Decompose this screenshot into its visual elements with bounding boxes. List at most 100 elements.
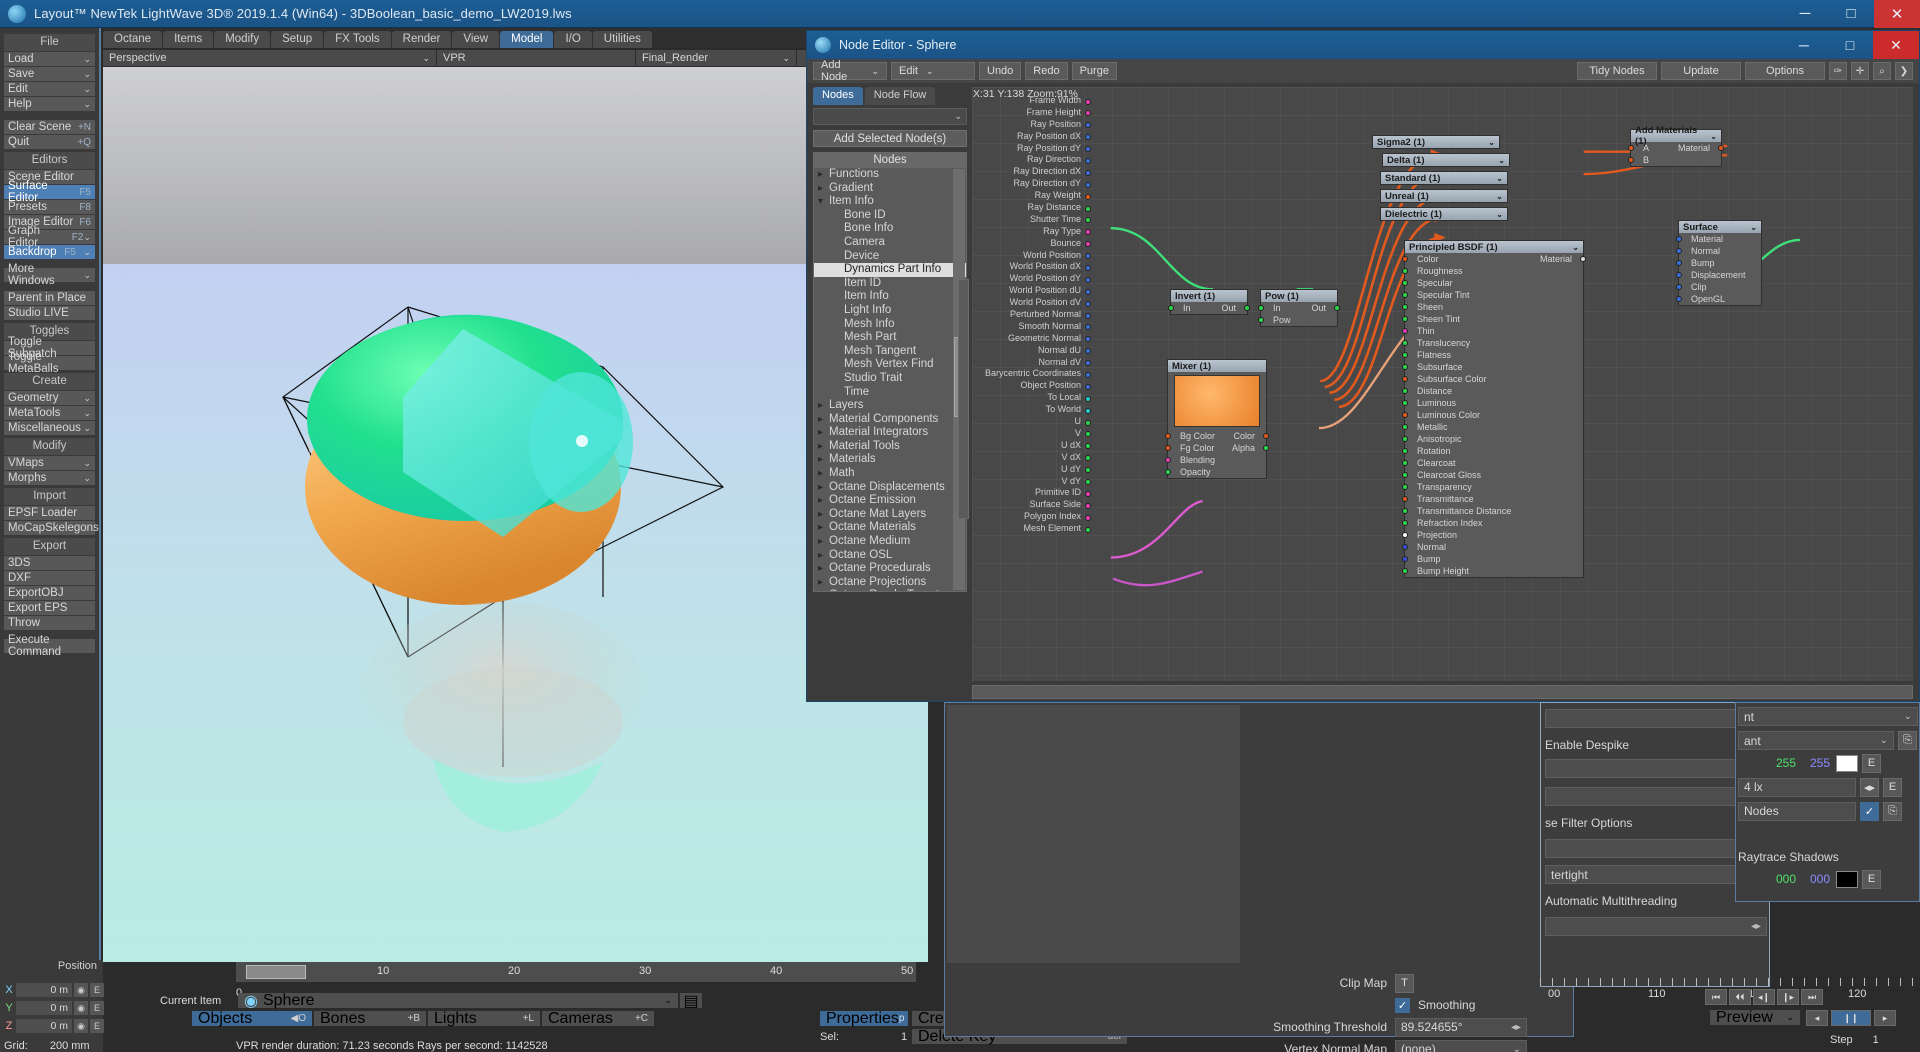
update-button[interactable]: Update (1661, 62, 1741, 80)
input-dot-icon[interactable] (1402, 568, 1408, 574)
input-output-row[interactable]: Frame Height (980, 107, 1092, 119)
output-dot-icon[interactable] (1334, 305, 1340, 311)
connector-dot-icon[interactable] (1085, 526, 1091, 533)
node-list-item-studio-trait[interactable]: Studio Trait (814, 372, 966, 386)
node-header[interactable]: Dielectric (1) ⌄ (1381, 208, 1507, 220)
node-port-row[interactable]: Luminous (1402, 397, 1583, 409)
node-list-item-functions[interactable]: Functions (814, 168, 966, 182)
connector-dot-icon[interactable] (1085, 490, 1091, 497)
connector-dot-icon[interactable] (1085, 205, 1091, 212)
node-port-row[interactable]: Subsurface (1402, 361, 1583, 373)
render-field-2[interactable]: ◂▸ (1545, 759, 1767, 778)
transport-button[interactable]: ⏭ (1801, 989, 1823, 1005)
node-list-vscrollbar[interactable] (958, 279, 969, 519)
sidebar-item-studio-live[interactable]: Studio LIVE (4, 306, 95, 320)
connector-dot-icon[interactable] (1085, 443, 1091, 450)
input-dot-icon[interactable] (1402, 376, 1408, 382)
vertex-normal-map-select[interactable]: (none) ⌄ (1395, 1039, 1527, 1052)
selector-bones[interactable]: Bones +B (314, 1010, 426, 1027)
input-output-row[interactable]: U (980, 416, 1092, 428)
preview-next-button[interactable]: ▸ (1874, 1010, 1896, 1026)
node-port-row[interactable]: Specular Tint (1402, 289, 1583, 301)
connector-dot-icon[interactable] (1085, 193, 1091, 200)
input-dot-icon[interactable] (1402, 508, 1408, 514)
node-header[interactable]: Unreal (1) ⌄ (1381, 190, 1507, 202)
intensity-edit-button[interactable]: E (1883, 777, 1902, 797)
input-output-row[interactable]: Shutter Time (980, 214, 1092, 226)
output-dot-icon[interactable] (1244, 305, 1250, 311)
node-list-item-material-components[interactable]: Material Components (814, 413, 966, 427)
add-node-button[interactable]: Add Node ⌄ (813, 59, 887, 83)
node-port-row[interactable]: Bump Height (1402, 565, 1583, 577)
input-dot-icon[interactable] (1165, 469, 1171, 475)
connector-dot-icon[interactable] (1085, 110, 1091, 117)
input-output-row[interactable]: Normal dU (980, 345, 1092, 357)
connector-dot-icon[interactable] (1085, 395, 1091, 402)
input-output-row[interactable]: World Position dV (980, 297, 1092, 309)
input-output-row[interactable]: World Position dY (980, 273, 1092, 285)
input-output-row[interactable]: Ray Direction dY (980, 178, 1092, 190)
search-icon[interactable]: ⌕ (1873, 62, 1891, 80)
stepper-icon[interactable]: ◂▸ (1751, 921, 1761, 932)
node-list-item-layers[interactable]: Layers (814, 399, 966, 413)
input-output-row[interactable]: To World (980, 404, 1092, 416)
light-intensity-input[interactable]: 4 lx (1738, 777, 1856, 797)
light-color-swatch[interactable] (1836, 754, 1858, 772)
node-port-row[interactable]: Pow (1258, 314, 1337, 326)
input-dot-icon[interactable] (1402, 412, 1408, 418)
node-port-row[interactable]: Transmittance Distance (1402, 505, 1583, 517)
menu-tab-modify[interactable]: Modify (214, 31, 271, 48)
viewport-render-select[interactable]: Final_Render ⌄ (636, 50, 796, 66)
input-dot-icon[interactable] (1676, 296, 1682, 302)
nodes-checkbox[interactable]: ✓ (1860, 801, 1879, 821)
connector-dot-icon[interactable] (1085, 122, 1091, 129)
node-port-row[interactable]: Color Material (1402, 253, 1586, 265)
input-dot-icon[interactable] (1402, 436, 1408, 442)
node-header[interactable]: Principled BSDF (1) ⌄ (1405, 241, 1583, 253)
connector-dot-icon[interactable] (1085, 98, 1091, 105)
nodes-field[interactable]: Nodes (1738, 801, 1856, 821)
sidebar-item-help[interactable]: Help ⌄ (4, 97, 95, 111)
node-port-row[interactable]: B (1628, 154, 1721, 166)
node-port-row[interactable]: Fg Color Alpha (1165, 442, 1269, 454)
node-port-row[interactable]: Clip (1676, 281, 1761, 293)
input-dot-icon[interactable] (1258, 305, 1264, 311)
menu-tab-fx-tools[interactable]: FX Tools (324, 31, 391, 48)
input-dot-icon[interactable] (1676, 272, 1682, 278)
node-port-row[interactable]: Displacement (1676, 269, 1761, 281)
preview-pause-button[interactable]: ❙❙ (1831, 1010, 1871, 1026)
render-select-2[interactable]: ⌄ (1545, 839, 1767, 858)
input-output-row[interactable]: Frame Width (980, 95, 1092, 107)
node-port-row[interactable]: Clearcoat Gloss (1402, 469, 1583, 481)
node-port-row[interactable]: Transparency (1402, 481, 1583, 493)
stepper-icon[interactable]: ◂▸ (1511, 1022, 1521, 1033)
sidebar-item-mocapskelegons[interactable]: MoCapSkelegons (4, 521, 99, 535)
input-output-row[interactable]: Ray Position dX (980, 131, 1092, 143)
watertight-select[interactable]: tertight ⌄ (1545, 865, 1767, 884)
shadow-color-edit-button[interactable]: E (1862, 869, 1881, 889)
node-port-row[interactable]: Specular (1402, 277, 1583, 289)
node-port-row[interactable]: Bump (1676, 257, 1761, 269)
axis-edit-x[interactable]: E (90, 983, 104, 997)
input-output-row[interactable]: U dY (980, 464, 1092, 476)
selector-cameras[interactable]: Cameras +C (542, 1010, 654, 1027)
connector-dot-icon[interactable] (1085, 276, 1091, 283)
input-dot-icon[interactable] (1628, 145, 1634, 151)
node-list-item-light-info[interactable]: Light Info (814, 304, 966, 318)
node-list-item-device[interactable]: Device (814, 250, 966, 264)
raytrace-shadows-row[interactable]: Raytrace Shadows (1738, 847, 1918, 867)
node-list-item-mesh-vertex-find[interactable]: Mesh Vertex Find (814, 358, 966, 372)
connector-dot-icon[interactable] (1085, 146, 1091, 153)
menu-tab-i-o[interactable]: I/O (554, 31, 592, 48)
node-category-list[interactable]: Nodes FunctionsGradientItem InfoBone IDB… (813, 152, 967, 592)
input-dot-icon[interactable] (1402, 544, 1408, 550)
surface-output-node[interactable]: Surface ⌄ Material Normal Bump Displacement Cl… (1676, 220, 1762, 306)
menu-tab-items[interactable]: Items (163, 31, 214, 48)
timeline-track[interactable]: 01020304050 (236, 962, 916, 982)
node-port-row[interactable]: Anisotropic (1402, 433, 1583, 445)
purge-button[interactable]: Purge (1071, 62, 1117, 80)
node-list-item-material-tools[interactable]: Material Tools (814, 440, 966, 454)
sidebar-item-save[interactable]: Save ⌄ (4, 67, 95, 81)
undo-button[interactable]: Undo (979, 62, 1022, 80)
connector-dot-icon[interactable] (1085, 134, 1091, 141)
